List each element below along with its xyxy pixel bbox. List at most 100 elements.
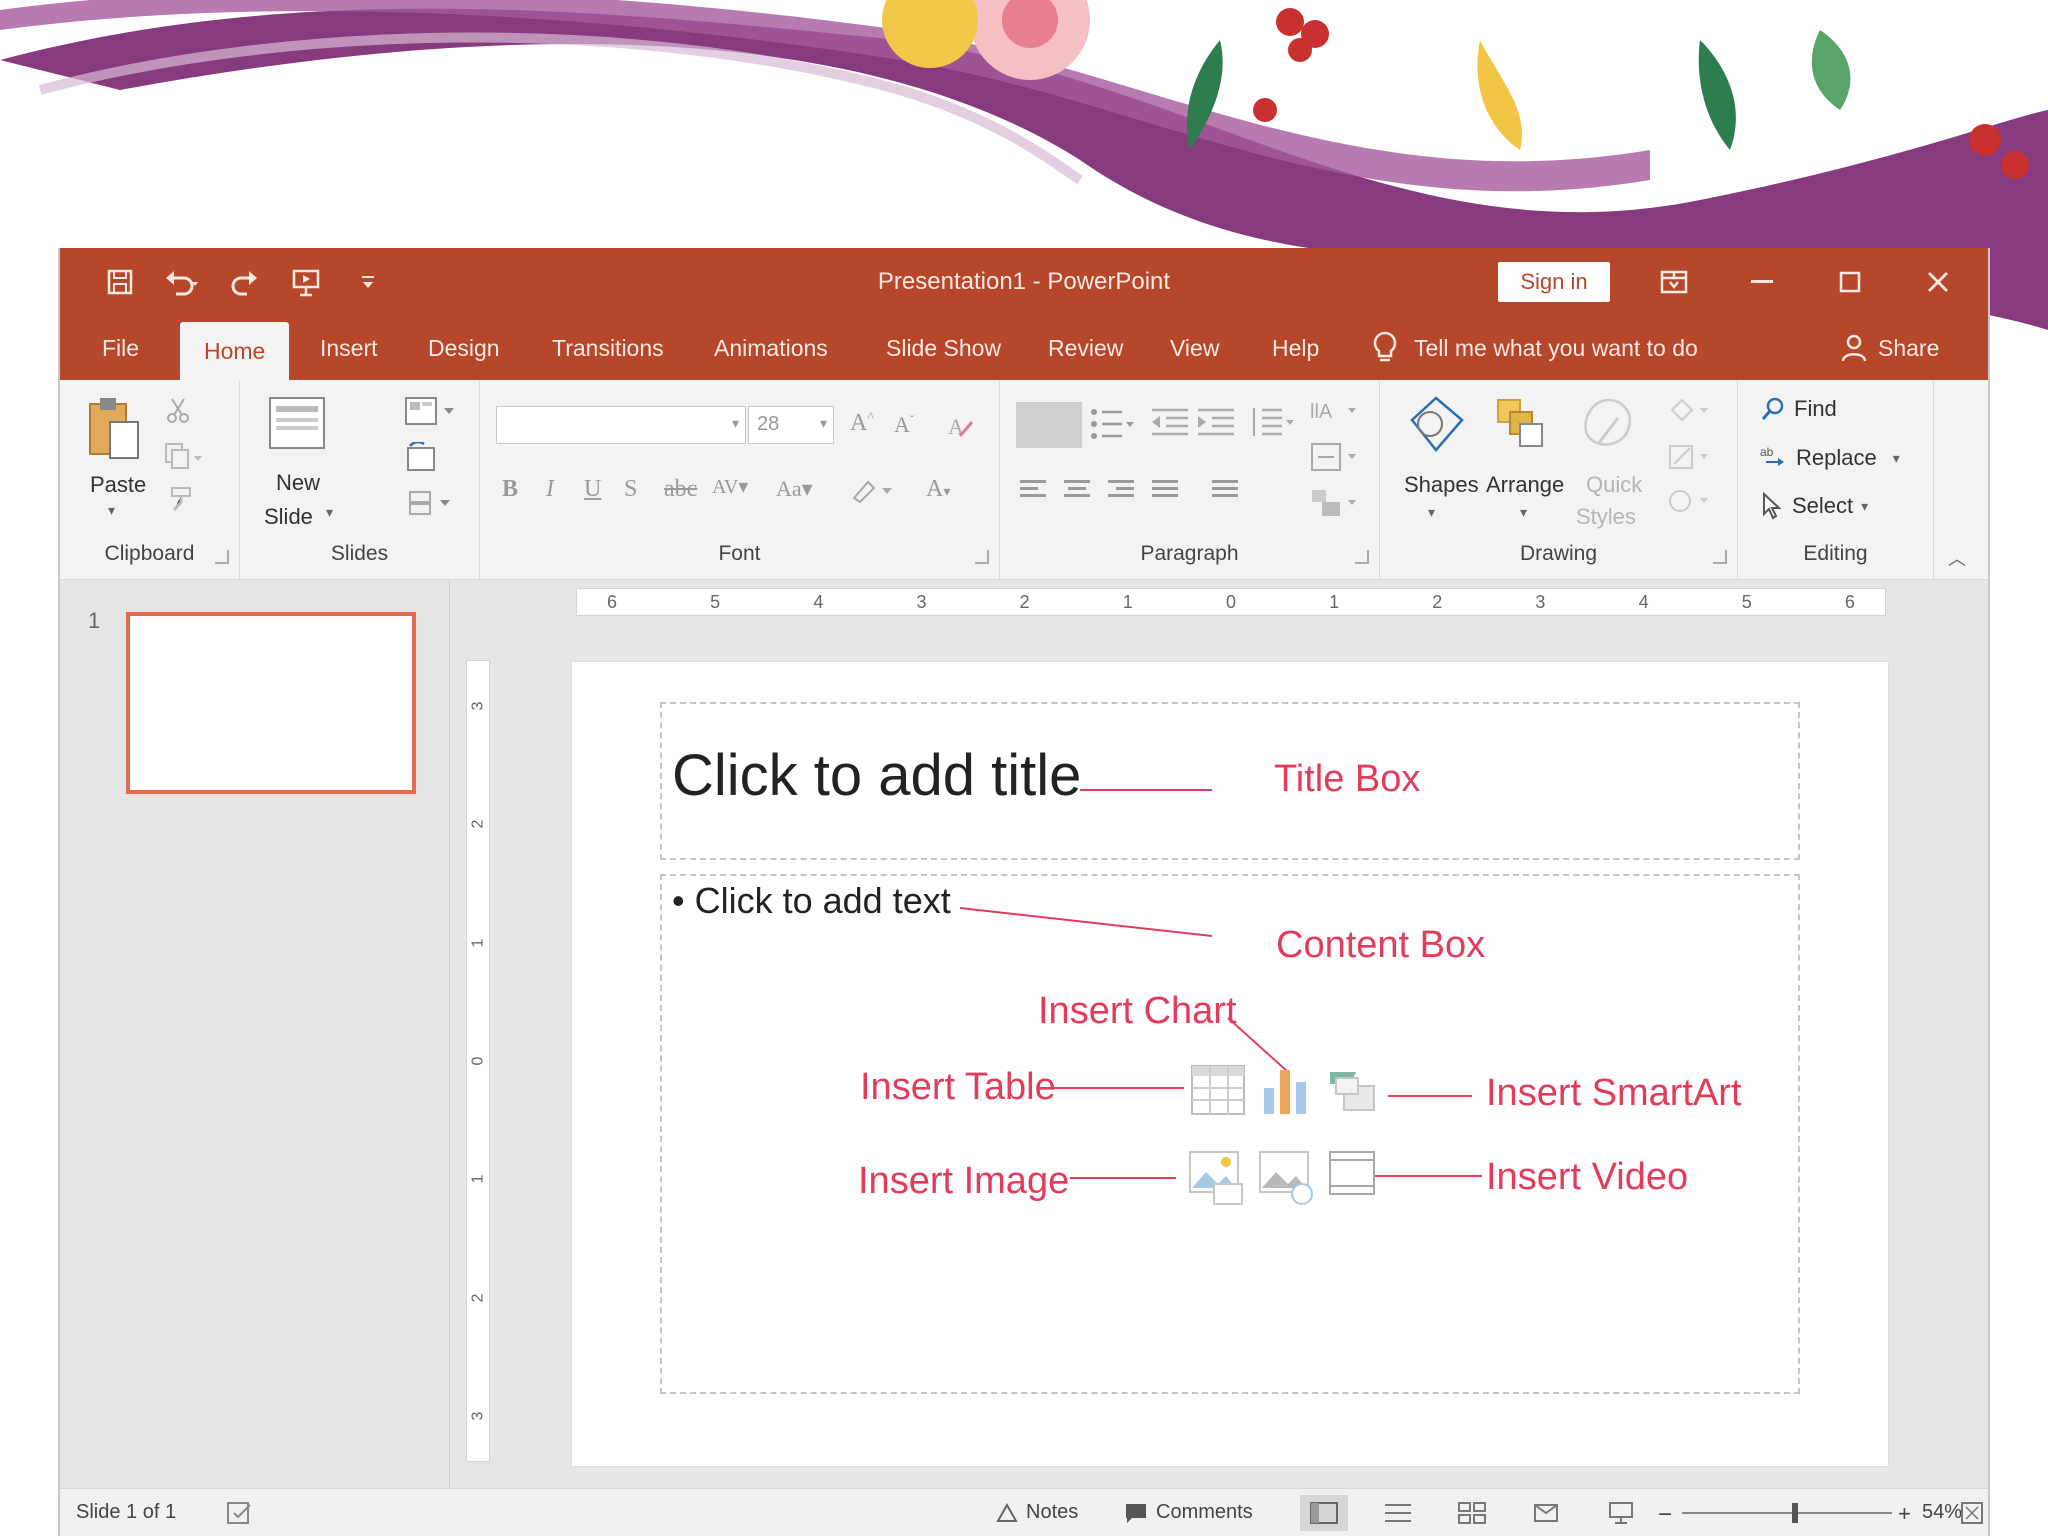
decrease-font-size-icon[interactable]: Aˇ <box>894 412 914 438</box>
reading-view-icon[interactable] <box>1522 1495 1570 1531</box>
cut-icon[interactable] <box>164 396 192 429</box>
font-name-box[interactable]: ▾ <box>496 406 746 444</box>
fit-slide-icon[interactable] <box>1960 1501 1984 1525</box>
select-cursor-icon <box>1763 492 1782 520</box>
maximize-icon[interactable] <box>1822 256 1878 308</box>
undo-icon[interactable] <box>162 262 202 302</box>
slides-group: New Slide ▾ Slides <box>240 380 480 580</box>
content-placeholder[interactable]: • Click to add text <box>660 874 1800 1394</box>
insert-table-icon[interactable] <box>1190 1062 1246 1118</box>
font-color-icon[interactable]: A▾ <box>926 476 950 503</box>
find-button[interactable]: Find <box>1760 396 1837 422</box>
justify-icon[interactable] <box>1152 476 1178 501</box>
insert-chart-icon[interactable] <box>1258 1062 1314 1118</box>
collapse-ribbon-icon[interactable]: ︿ <box>1948 545 1966 571</box>
shape-outline-icon[interactable] <box>1666 442 1712 477</box>
bullets-icon[interactable] <box>1090 404 1136 449</box>
character-spacing-icon[interactable]: AV▾ <box>712 474 748 499</box>
zoom-in-icon[interactable]: + <box>1898 1501 1911 1527</box>
select-button[interactable]: Select ▾ <box>1760 492 1868 520</box>
tab-slide-show[interactable]: Slide Show <box>886 316 1001 380</box>
shape-fill-icon[interactable] <box>1666 396 1712 431</box>
align-center-icon[interactable] <box>1064 476 1090 501</box>
section-icon[interactable] <box>404 488 456 523</box>
slide-show-view-icon[interactable] <box>1606 1501 1636 1525</box>
new-slide-dropdown-icon[interactable]: ▾ <box>326 504 333 521</box>
highlight-icon[interactable] <box>850 476 894 509</box>
sign-in-button[interactable]: Sign in <box>1498 262 1610 302</box>
text-shadow-icon[interactable]: S <box>624 476 637 503</box>
decrease-indent-icon[interactable] <box>1150 404 1190 445</box>
tab-transitions[interactable]: Transitions <box>552 316 664 380</box>
tell-me-search[interactable]: Tell me what you want to do <box>1372 316 1698 380</box>
customize-qat-icon[interactable] <box>348 262 388 302</box>
line-spacing-icon[interactable] <box>1248 404 1296 445</box>
new-slide-button[interactable] <box>266 394 328 461</box>
columns-icon[interactable] <box>1212 476 1238 501</box>
increase-font-size-icon[interactable]: A^ <box>850 410 874 437</box>
spell-check-icon[interactable] <box>226 1501 254 1525</box>
reset-slide-icon[interactable] <box>404 440 438 477</box>
align-text-icon[interactable] <box>1308 440 1358 479</box>
insert-online-picture-icon[interactable] <box>1256 1148 1313 1205</box>
start-from-beginning-icon[interactable] <box>286 262 326 302</box>
paragraph-group: llA Paragraph <box>1000 380 1380 580</box>
share-button[interactable]: Share <box>1840 316 1939 380</box>
notes-button[interactable]: Notes <box>996 1501 1078 1524</box>
change-case-icon[interactable]: Aa▾ <box>776 476 813 502</box>
tab-insert[interactable]: Insert <box>320 316 378 380</box>
shape-effects-icon[interactable] <box>1666 486 1712 521</box>
strikethrough-icon[interactable]: abc <box>664 476 697 503</box>
save-icon[interactable] <box>100 262 140 302</box>
align-left-icon[interactable] <box>1020 476 1046 501</box>
comments-button[interactable]: Comments <box>1124 1501 1253 1524</box>
text-direction-icon[interactable]: llA <box>1308 394 1358 433</box>
paste-dropdown-icon[interactable]: ▾ <box>108 502 115 519</box>
copy-icon[interactable] <box>164 442 204 475</box>
tab-review[interactable]: Review <box>1048 316 1123 380</box>
replace-button[interactable]: ab Replace ▾ <box>1760 444 1900 472</box>
font-dialog-launcher[interactable] <box>975 550 989 564</box>
paragraph-dialog-launcher[interactable] <box>1355 550 1369 564</box>
increase-indent-icon[interactable] <box>1196 404 1236 445</box>
insert-smartart-icon[interactable] <box>1326 1064 1382 1120</box>
zoom-slider-thumb[interactable] <box>1792 1503 1799 1523</box>
tab-home[interactable]: Home <box>180 322 290 380</box>
redo-icon[interactable] <box>224 262 264 302</box>
title-placeholder[interactable]: Click to add title <box>660 702 1800 860</box>
tab-view[interactable]: View <box>1170 316 1219 380</box>
convert-to-smartart-icon[interactable] <box>1308 486 1358 525</box>
bold-icon[interactable]: B <box>502 476 518 503</box>
italic-icon[interactable]: I <box>546 476 554 503</box>
arrange-dropdown-icon[interactable]: ▾ <box>1520 504 1527 521</box>
zoom-slider-track[interactable] <box>1682 1512 1892 1514</box>
insert-picture-icon[interactable] <box>1186 1148 1243 1205</box>
arrange-button[interactable] <box>1490 394 1550 461</box>
shapes-button[interactable] <box>1406 394 1466 461</box>
slide-thumbnail[interactable] <box>126 612 416 794</box>
tab-animations[interactable]: Animations <box>714 316 828 380</box>
insert-video-icon[interactable] <box>1326 1146 1382 1202</box>
quick-styles-button[interactable] <box>1578 394 1638 461</box>
zoom-out-icon[interactable]: − <box>1658 1501 1672 1529</box>
close-icon[interactable] <box>1910 256 1966 308</box>
drawing-dialog-launcher[interactable] <box>1713 550 1727 564</box>
format-painter-icon[interactable] <box>166 486 194 519</box>
paste-button[interactable] <box>84 394 144 469</box>
shapes-dropdown-icon[interactable]: ▾ <box>1428 504 1435 521</box>
underline-icon[interactable]: U <box>584 476 601 503</box>
tab-help[interactable]: Help <box>1272 316 1319 380</box>
align-right-icon[interactable] <box>1108 476 1134 501</box>
clear-formatting-icon[interactable]: A <box>946 412 976 445</box>
minimize-icon[interactable] <box>1734 256 1790 308</box>
slide-sorter-icon[interactable] <box>1448 1495 1496 1531</box>
normal-view-icon[interactable] <box>1300 1495 1348 1531</box>
tab-design[interactable]: Design <box>428 316 500 380</box>
layout-icon[interactable] <box>404 396 456 431</box>
outline-view-icon[interactable] <box>1374 1495 1422 1531</box>
zoom-level[interactable]: 54% <box>1922 1501 1962 1524</box>
tab-file[interactable]: File <box>102 316 139 380</box>
font-size-box[interactable]: 28 ▾ <box>748 406 834 444</box>
ribbon-display-options-icon[interactable] <box>1646 256 1702 308</box>
clipboard-dialog-launcher[interactable] <box>215 550 229 564</box>
